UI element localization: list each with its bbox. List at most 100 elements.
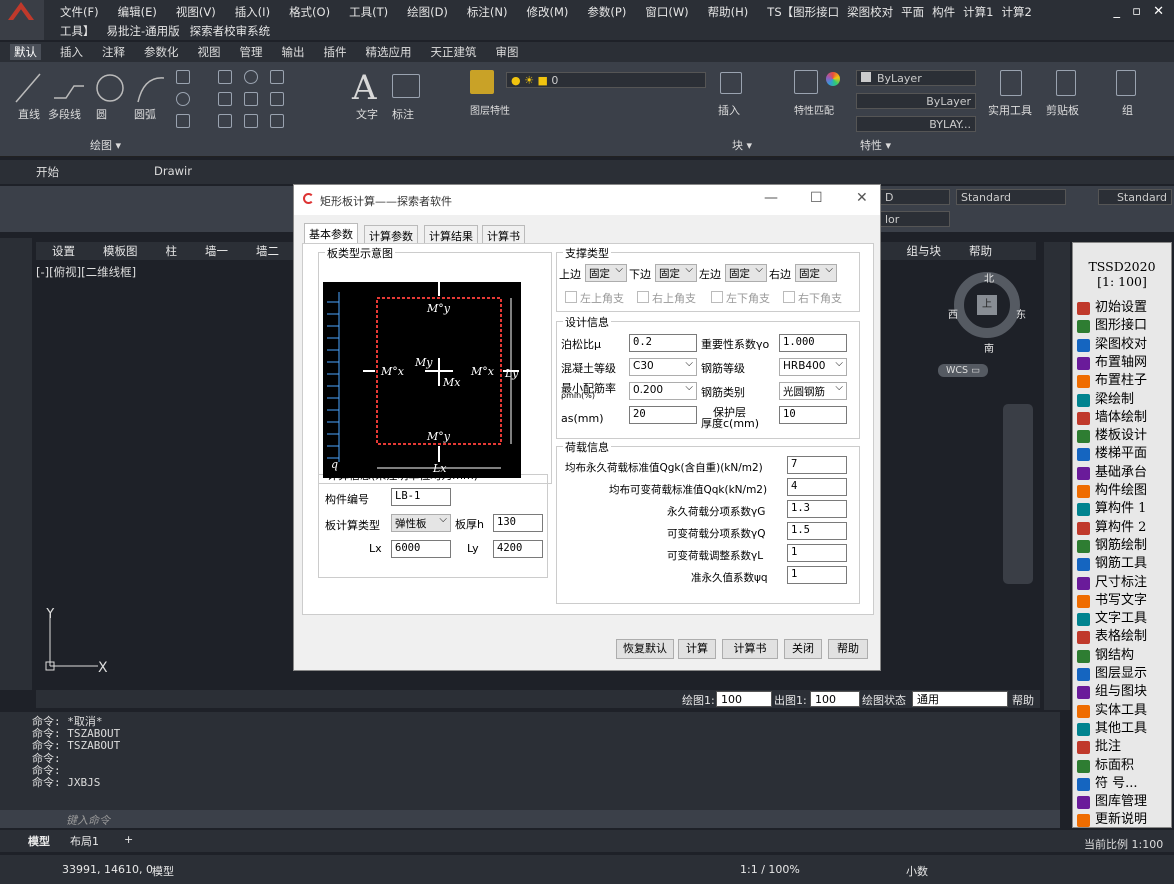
- ellipse-icon[interactable]: [176, 92, 190, 106]
- maximize-icon[interactable]: ☐: [810, 190, 823, 206]
- tab-calc-results[interactable]: 计算结果: [424, 225, 478, 243]
- tab-view[interactable]: 视图: [198, 44, 221, 60]
- menu-easy-annot[interactable]: 易批注-通用版: [107, 23, 180, 39]
- corner-bottom-right-checkbox[interactable]: 右下角支: [783, 290, 842, 306]
- navigation-bar[interactable]: [1003, 404, 1033, 584]
- lx-input[interactable]: 6000: [391, 540, 451, 558]
- tab-output[interactable]: 输出: [282, 44, 305, 60]
- calculator-icon[interactable]: [1000, 70, 1022, 96]
- restore-default-button[interactable]: 恢复默认: [616, 639, 674, 659]
- menu-calc2[interactable]: 计算2: [1001, 4, 1031, 20]
- tab-tangent[interactable]: 天正建筑: [431, 44, 477, 60]
- var-load-input[interactable]: 4: [787, 478, 847, 496]
- tab-manage[interactable]: 管理: [240, 44, 263, 60]
- rect-icon[interactable]: [176, 70, 190, 84]
- tab-featured[interactable]: 精选应用: [366, 44, 412, 60]
- left-edge-select[interactable]: 固定: [725, 264, 767, 282]
- bottom-edge-select[interactable]: 固定: [655, 264, 697, 282]
- menu-modify[interactable]: 修改(M): [527, 4, 569, 20]
- importance-select[interactable]: 1.000: [779, 334, 847, 352]
- linetype-dropdown[interactable]: ByLayer: [856, 93, 976, 109]
- tab-model[interactable]: 模型: [28, 833, 50, 849]
- viewport-label[interactable]: [-][俯视][二维线框]: [36, 264, 136, 280]
- side-menu-item[interactable]: 更新说明: [1073, 811, 1171, 829]
- menu-edit[interactable]: 编辑(E): [118, 4, 157, 20]
- side-menu-item[interactable]: 图层显示: [1073, 665, 1171, 683]
- mirror-icon[interactable]: [244, 92, 258, 106]
- menu-dimension[interactable]: 标注(N): [467, 4, 508, 20]
- right-tool-column[interactable]: [1044, 242, 1070, 710]
- side-menu-item[interactable]: 批注: [1073, 738, 1171, 756]
- thickness-input[interactable]: 130: [493, 514, 543, 532]
- side-menu-item[interactable]: 文字工具: [1073, 610, 1171, 628]
- menu-view[interactable]: 视图(V): [176, 4, 216, 20]
- menu-draw[interactable]: 绘图(D): [407, 4, 448, 20]
- layer-dropdown[interactable]: ● ☀ ■ 0: [506, 72, 706, 88]
- side-menu-item[interactable]: 布置柱子: [1073, 372, 1171, 390]
- color-wheel-icon[interactable]: [826, 72, 840, 86]
- dim-style-dropdown[interactable]: D: [880, 189, 950, 205]
- match-properties-icon[interactable]: [794, 70, 818, 94]
- model-space-toggle[interactable]: 模型: [152, 863, 174, 879]
- draw-state-dropdown[interactable]: 通用: [912, 691, 1008, 707]
- tab-add-layout[interactable]: +: [124, 833, 133, 846]
- table-style-dropdown[interactable]: Standard: [1098, 189, 1172, 205]
- menu-help[interactable]: 帮助(H): [708, 4, 749, 20]
- calculate-button[interactable]: 计算: [678, 639, 716, 659]
- side-menu-item[interactable]: 钢筋绘制: [1073, 537, 1171, 555]
- layer-properties-icon[interactable]: [470, 70, 494, 94]
- dimension-icon[interactable]: [392, 74, 420, 98]
- command-input[interactable]: 键入命令: [0, 810, 1060, 828]
- cover-input[interactable]: 10: [779, 406, 847, 424]
- units-toggle[interactable]: 小数: [906, 863, 928, 879]
- trim-icon[interactable]: [270, 70, 284, 84]
- scale-icon[interactable]: [244, 114, 258, 128]
- side-menu-item[interactable]: 其他工具: [1073, 720, 1171, 738]
- report-button[interactable]: 计算书: [722, 639, 778, 659]
- clipboard-icon[interactable]: [1056, 70, 1076, 96]
- lineweight-dropdown[interactable]: BYLAY...: [856, 116, 976, 132]
- side-menu-item[interactable]: 算构件 1: [1073, 500, 1171, 518]
- tab-basic-params[interactable]: 基本参数: [304, 223, 358, 243]
- app-logo[interactable]: [0, 0, 44, 40]
- menu-tools-2[interactable]: 工具】: [60, 23, 95, 39]
- tab-default[interactable]: 默认: [10, 44, 41, 60]
- rotate-icon[interactable]: [244, 70, 258, 84]
- tab-layout1[interactable]: 布局1: [70, 833, 99, 849]
- perm-load-input[interactable]: 7: [787, 456, 847, 474]
- array-icon[interactable]: [270, 114, 284, 128]
- color-control-dropdown[interactable]: lor: [880, 211, 950, 227]
- side-menu-item[interactable]: 图形接口: [1073, 317, 1171, 335]
- quasi-perm-input[interactable]: 1: [787, 566, 847, 584]
- menu-ts-interface[interactable]: TS【图形接口: [767, 4, 839, 20]
- close-icon[interactable]: ✕: [856, 190, 868, 206]
- side-menu-item[interactable]: 符 号...: [1073, 775, 1171, 793]
- text-icon[interactable]: A: [352, 68, 377, 108]
- right-edge-select[interactable]: 固定: [795, 264, 837, 282]
- tab-annotate[interactable]: 注释: [102, 44, 125, 60]
- side-menu-item[interactable]: 布置轴网: [1073, 354, 1171, 372]
- group-icon[interactable]: [1116, 70, 1136, 96]
- viewcube-top[interactable]: 上: [977, 295, 997, 315]
- menu-plan[interactable]: 平面: [901, 4, 924, 20]
- properties-group-label[interactable]: 特性 ▾: [860, 137, 891, 153]
- poisson-input[interactable]: 0.2: [629, 334, 697, 352]
- side-menu-item[interactable]: 楼板设计: [1073, 427, 1171, 445]
- corner-top-right-checkbox[interactable]: 右上角支: [637, 290, 696, 306]
- side-menu-item[interactable]: 尺寸标注: [1073, 574, 1171, 592]
- side-menu-item[interactable]: 书写文字: [1073, 592, 1171, 610]
- menu-help-2[interactable]: 帮助: [969, 243, 992, 259]
- help-dialog-button[interactable]: 帮助: [828, 639, 868, 659]
- menu-wall1[interactable]: 墙一: [205, 243, 228, 259]
- window-controls[interactable]: _ ▫ ✕: [1114, 4, 1168, 19]
- draw-group-label[interactable]: 绘图 ▾: [90, 137, 121, 153]
- side-menu-item[interactable]: 初始设置: [1073, 299, 1171, 317]
- menu-insert[interactable]: 插入(I): [235, 4, 270, 20]
- member-id-input[interactable]: LB-1: [391, 488, 451, 506]
- perm-factor-input[interactable]: 1.3: [787, 500, 847, 518]
- menu-review-system[interactable]: 探索者校审系统: [190, 23, 271, 39]
- move-icon[interactable]: [218, 70, 232, 84]
- tab-parametric[interactable]: 参数化: [144, 44, 179, 60]
- block-group-label[interactable]: 块 ▾: [732, 137, 752, 153]
- side-menu-item[interactable]: 钢筋工具: [1073, 555, 1171, 573]
